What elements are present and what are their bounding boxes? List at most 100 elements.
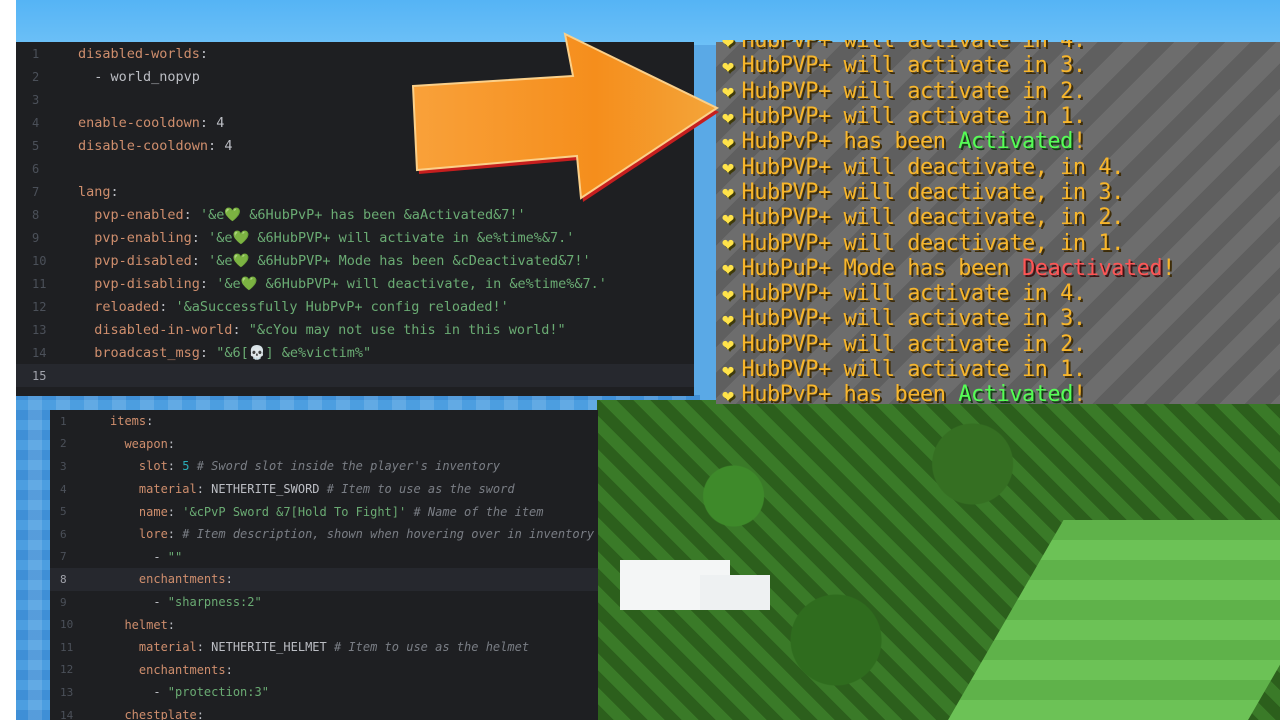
code-line[interactable]: 12 enchantments: — [50, 659, 598, 682]
code-token: 4 — [224, 137, 233, 154]
line-number: 11 — [60, 640, 74, 654]
chat-text: HubPVP+ will activate in 4. — [741, 40, 1087, 54]
code-token: reloaded — [78, 298, 160, 315]
code-token: NETHERITE_SWORD — [211, 482, 320, 497]
code-line[interactable]: 6 lore: # Item description, shown when h… — [50, 523, 598, 546]
chat-text: Deactivated — [1021, 255, 1163, 281]
code-line[interactable]: 15 — [16, 364, 694, 387]
line-number: 5 — [32, 138, 40, 153]
code-token: : — [232, 321, 249, 338]
code-line[interactable]: 9 pvp-enabling: '&e💚 &6HubPVP+ will acti… — [16, 226, 694, 249]
code-line[interactable]: 9 - "sharpness:2" — [50, 591, 598, 614]
code-line[interactable]: 7 - "" — [50, 546, 598, 569]
chat-text: HubPVP+ will activate in 1. — [741, 357, 1087, 382]
code-text: - "protection:3" — [110, 685, 269, 699]
config-editor-items[interactable]: 1 items: 2 weapon: 3 slot: 5 # Sword slot i… — [50, 410, 598, 720]
code-line[interactable]: 14 broadcast_msg: "&6[💀] &e%victim%" — [16, 341, 694, 364]
code-token: - — [110, 549, 168, 564]
chat-text: Activated — [958, 129, 1073, 155]
line-number: 9 — [32, 230, 40, 245]
code-token: NETHERITE_HELMET — [211, 640, 327, 655]
code-token: : — [196, 640, 212, 655]
code-line[interactable]: 11 material: NETHERITE_HELMET # Item to … — [50, 636, 598, 659]
chat-message: ❤ HubPVP+ will activate in 1. — [716, 357, 1280, 382]
code-line[interactable]: 11 pvp-disabling: '&e💚 &6HubPVP+ will de… — [16, 272, 694, 295]
heart-icon: ❤ — [722, 205, 734, 230]
code-token: : — [196, 482, 212, 497]
code-line[interactable]: 13 disabled-in-world: "&cYou may not use… — [16, 318, 694, 341]
chat-message: ❤ HubPVP+ will deactivate, in 2. — [716, 205, 1280, 230]
code-line[interactable]: 5 name: '&cPvP Sword &7[Hold To Fight]' … — [50, 500, 598, 523]
code-token: : — [146, 414, 154, 429]
code-token: '&e💚 &6HubPVP+ will deactivate, in &e%ti… — [216, 275, 607, 292]
chat-message: ❤ HubPVP+ will activate in 3. — [716, 53, 1280, 78]
code-text: reloaded: '&aSuccessfully HubPvP+ config… — [78, 299, 509, 315]
chat-text: HubPVP+ will activate in 4. — [741, 281, 1087, 307]
code-token: enchantments — [110, 572, 226, 587]
code-token: '&e💚 &6HubPVP+ will activate in &e%time%… — [208, 229, 575, 246]
code-text: enchantments: — [110, 572, 233, 586]
code-text: helmet: — [110, 618, 175, 632]
code-token: : — [167, 504, 183, 519]
line-number: 3 — [32, 92, 40, 107]
code-token: : — [183, 206, 200, 223]
heart-icon: ❤ — [722, 256, 734, 281]
chat-text: HubPvP+ has been — [741, 382, 959, 404]
code-token: # Name of the item — [406, 504, 544, 519]
code-token: '&aSuccessfully HubPvP+ config reloaded!… — [175, 298, 509, 315]
code-token: : — [167, 617, 176, 632]
code-token: : — [191, 229, 209, 246]
chat-message: ❤ HubPVP+ will activate in 1. — [716, 104, 1280, 129]
line-number: 12 — [60, 663, 74, 677]
chat-text: HubPvP+ has been — [741, 129, 959, 155]
code-token: "" — [167, 549, 183, 564]
line-number: 12 — [32, 299, 47, 314]
code-line[interactable]: 12 reloaded: '&aSuccessfully HubPvP+ con… — [16, 295, 694, 318]
code-token: enable-cooldown — [78, 114, 200, 131]
code-token: - — [110, 595, 168, 610]
code-line[interactable]: 10 helmet: — [50, 613, 598, 636]
code-token: broadcast_msg — [78, 344, 200, 361]
chat-text: ! — [1072, 382, 1086, 404]
code-token: lore — [110, 527, 168, 542]
chat-text: HubPVP+ will deactivate, in 2. — [741, 205, 1125, 231]
line-number: 6 — [60, 527, 67, 541]
code-text: pvp-disabling: '&e💚 &6HubPVP+ will deact… — [78, 276, 607, 292]
code-line[interactable]: 10 pvp-disabled: '&e💚 &6HubPVP+ Mode has… — [16, 249, 694, 272]
chat-message: ❤ HubPVP+ will activate in 3. — [716, 306, 1280, 331]
line-number: 14 — [60, 708, 74, 720]
code-line[interactable]: 4 material: NETHERITE_SWORD # Item to us… — [50, 478, 598, 501]
line-number: 8 — [32, 207, 40, 222]
code-line[interactable]: 13 - "protection:3" — [50, 681, 598, 704]
snow-patch — [700, 575, 770, 610]
code-text: disabled-in-world: "&cYou may not use th… — [78, 321, 565, 338]
code-token: pvp-disabled — [78, 252, 192, 269]
code-line[interactable]: 1 items: — [50, 410, 598, 433]
code-token: - world_nopvp — [78, 68, 200, 85]
code-token: "&6[💀] &e%victim%" — [216, 344, 372, 361]
code-token: disable-cooldown — [78, 137, 209, 154]
chat-text: ! — [1072, 129, 1086, 155]
code-token: : — [225, 572, 233, 587]
line-number: 3 — [60, 459, 67, 473]
line-number: 4 — [60, 482, 67, 496]
code-line[interactable]: 8 enchantments: — [50, 568, 598, 591]
code-text: enchantments: — [110, 663, 233, 677]
code-text: broadcast_msg: "&6[💀] &e%victim%" — [78, 345, 371, 361]
chat-text: HubPVP+ will activate in 2. — [741, 331, 1087, 357]
chat-text: HubPVP+ will activate in 3. — [741, 306, 1087, 332]
code-token: : — [199, 344, 217, 361]
code-line[interactable]: 2 weapon: — [50, 433, 598, 456]
line-number: 4 — [32, 115, 40, 130]
right-arrow-icon — [411, 32, 720, 202]
code-line[interactable]: 14 chestplate: — [50, 704, 598, 720]
code-token: enchantments — [110, 662, 226, 677]
code-token: material — [110, 640, 197, 655]
heart-icon: ❤ — [722, 357, 734, 382]
code-line[interactable]: 3 slot: 5 # Sword slot inside the player… — [50, 455, 598, 478]
line-number: 10 — [60, 618, 74, 632]
code-token: : — [225, 662, 233, 677]
code-token: : — [110, 183, 119, 200]
heart-icon: ❤ — [722, 306, 734, 331]
chat-text: HubPVP+ will deactivate, in 3. — [741, 179, 1125, 205]
